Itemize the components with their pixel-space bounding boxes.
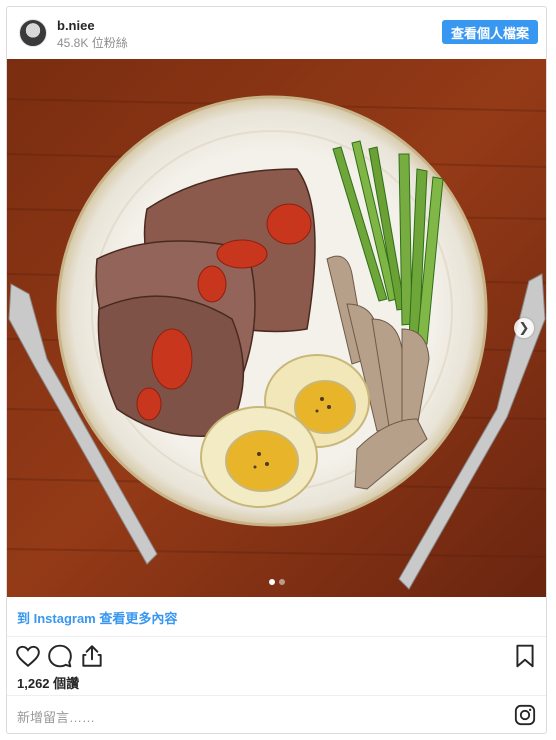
avatar[interactable] (19, 19, 47, 47)
follower-count: 45.8K 位粉絲 (57, 36, 128, 50)
view-profile-button[interactable]: 查看個人檔案 (442, 20, 538, 44)
add-comment-field[interactable]: 新增留言…… (17, 707, 95, 726)
post-photo[interactable]: ❯ (7, 59, 546, 597)
post-header: b.niee 45.8K 位粉絲 查看個人檔案 (7, 7, 546, 59)
carousel-next-button[interactable]: ❯ (514, 318, 534, 338)
instagram-embed-card: b.niee 45.8K 位粉絲 查看個人檔案 ❯ 到 Instagram 查看… (6, 6, 547, 734)
instagram-logo-icon[interactable] (514, 704, 536, 726)
username[interactable]: b.niee (57, 18, 95, 33)
action-bar (15, 643, 538, 671)
divider (7, 695, 546, 696)
carousel-dot-active (268, 579, 275, 585)
carousel-indicator (7, 579, 546, 585)
like-count: 1,262 個讚 (17, 676, 80, 691)
heart-icon[interactable] (15, 643, 41, 669)
view-more-link[interactable]: 到 Instagram 查看更多內容 (17, 608, 177, 627)
share-icon[interactable] (79, 643, 105, 669)
comment-bubble-icon[interactable] (47, 643, 73, 669)
food-photo-image (7, 59, 546, 597)
carousel-dot (278, 579, 285, 585)
divider (7, 636, 546, 637)
bookmark-icon[interactable] (512, 643, 538, 669)
chevron-right-icon: ❯ (518, 320, 530, 335)
